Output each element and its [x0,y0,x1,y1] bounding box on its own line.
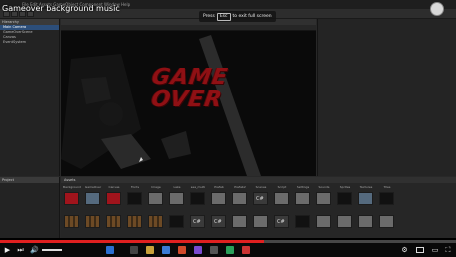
taskbar-strip [86,244,386,256]
asset-thumbnail[interactable] [274,192,289,205]
asset-thumbnail[interactable] [358,192,373,205]
scene-view[interactable]: GAME OVER [61,19,316,176]
taskbar-app-icon[interactable] [178,246,186,254]
assets-breadcrumb[interactable]: Assets [61,177,456,183]
asset-thumbnail[interactable] [127,192,142,205]
asset-label: Background [63,185,81,189]
fullscreen-suffix: to exit full screen [232,14,272,19]
fullscreen-prefix: Press [203,14,215,19]
asset-thumbnail[interactable] [190,192,205,205]
video-title[interactable]: Gameover background music [2,4,120,13]
asset-thumbnail[interactable] [295,192,310,205]
taskbar-app-icon[interactable] [226,246,234,254]
assets-browser: Assets Background GameOver Canvas Fonts Imag… [61,177,456,238]
esc-key: Esc [216,13,231,21]
asset-thumbnail[interactable] [85,192,100,205]
hierarchy-panel: Hierarchy Main Camera GameOverScene Canv… [0,19,60,176]
asset-label: Prefab2 [234,185,246,189]
inspector-panel [317,19,456,176]
asset-label: Settings [296,185,310,189]
asset-thumbnail[interactable] [253,215,268,228]
asset-thumbnail[interactable] [358,215,373,228]
asset-label: Prefab [214,185,224,189]
asset-thumbnail[interactable] [211,192,226,205]
asset-thumbnail[interactable] [64,215,79,228]
asset-thumbnail[interactable] [232,215,247,228]
asset-thumbnail[interactable] [295,215,310,228]
game-over-text: GAME OVER [149,65,230,112]
asset-thumbnail[interactable] [127,215,142,228]
asset-label: Tiles [383,185,391,189]
asset-thumbnail[interactable] [211,215,226,228]
asset-thumbnail[interactable] [148,215,163,228]
asset-thumbnail[interactable] [253,192,268,205]
taskbar-app-icon[interactable] [242,246,250,254]
fullscreen-message: Press Esc to exit full screen [199,11,276,22]
volume-slider[interactable] [40,245,64,255]
cast-icon[interactable]: ▭ [430,245,440,255]
play-icon[interactable]: ▶ [3,245,12,255]
asset-thumbnail[interactable] [169,192,184,205]
asset-label: Lake [173,185,181,189]
asset-thumbnail[interactable] [316,215,331,228]
taskbar-app-icon[interactable] [194,246,202,254]
asset-label: GameOver [84,185,102,189]
asset-label: Fonts [130,185,140,189]
asset-label: sea_multi [190,185,206,189]
volume-icon[interactable]: 🔊 [30,245,39,255]
asset-label: Scenes [255,185,267,189]
asset-thumbnail[interactable] [274,215,289,228]
windows-icon[interactable] [106,246,114,254]
channel-avatar[interactable] [430,2,444,16]
asset-label: Image [151,185,161,189]
browser-icon[interactable] [162,246,170,254]
settings-icon[interactable]: ⚙ [400,245,409,255]
asset-thumbnail[interactable] [316,192,331,205]
hierarchy-item[interactable]: EventSystem [0,40,59,45]
asset-thumbnail[interactable] [337,192,352,205]
hd-badge [414,245,426,255]
asset-label: Sounds [318,185,330,189]
fullscreen-icon[interactable]: ⛶ [443,245,453,255]
asset-label: Sprites [339,185,351,189]
asset-thumbnail[interactable] [337,215,352,228]
asset-thumbnail[interactable] [232,192,247,205]
asset-label: Textures [359,185,373,189]
asset-thumbnail[interactable] [379,215,394,228]
unity-icon[interactable] [210,246,218,254]
asset-thumbnail[interactable] [379,192,394,205]
folder-icon[interactable] [146,246,154,254]
asset-thumbnail[interactable] [106,215,121,228]
asset-thumbnail[interactable] [190,215,205,228]
asset-label: Script [277,185,287,189]
next-icon[interactable]: ⏭ [16,245,25,255]
asset-label: Canvas [108,185,120,189]
project-panel: Project [0,177,60,238]
asset-thumbnail[interactable] [169,215,184,228]
player-controls: ▶ ⏭ 🔊 ⚙ ▭ ⛶ [0,243,456,257]
asset-thumbnail[interactable] [85,215,100,228]
asset-thumbnail[interactable] [106,192,121,205]
asset-thumbnail[interactable] [148,192,163,205]
taskbar-app-icon[interactable] [130,246,138,254]
folder-tree-item[interactable] [0,193,59,198]
asset-thumbnail[interactable] [64,192,79,205]
asset-label-row: Background GameOver Canvas Fonts Image Lake se… [61,185,456,189]
